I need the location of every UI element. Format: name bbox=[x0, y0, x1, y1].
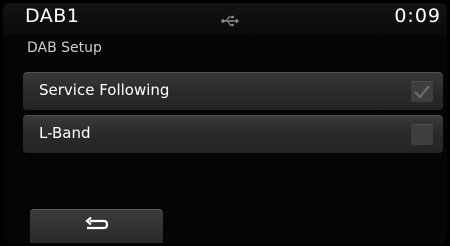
source-title: DAB1 bbox=[25, 5, 80, 27]
back-button[interactable] bbox=[30, 209, 163, 243]
checkmark-icon bbox=[414, 85, 430, 99]
setting-service-following[interactable]: Service Following bbox=[23, 72, 443, 110]
return-arrow-icon bbox=[85, 217, 109, 230]
setting-label: L-Band bbox=[39, 124, 91, 142]
screen: DAB1 0:09 DAB Setup Service Following L-… bbox=[3, 3, 447, 243]
l-band-checkbox[interactable] bbox=[411, 124, 433, 145]
service-following-checkbox[interactable] bbox=[411, 81, 433, 102]
setting-l-band[interactable]: L-Band bbox=[23, 115, 443, 153]
status-bar: DAB1 0:09 bbox=[3, 3, 447, 35]
page-title: DAB Setup bbox=[27, 40, 102, 56]
setting-label: Service Following bbox=[39, 81, 170, 99]
usb-icon bbox=[221, 12, 239, 27]
clock: 0:09 bbox=[394, 5, 441, 27]
